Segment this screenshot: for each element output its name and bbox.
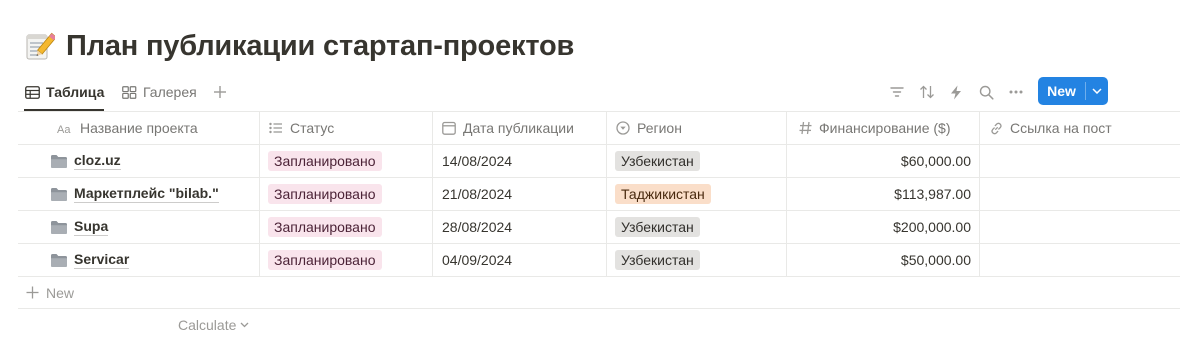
search-button[interactable] <box>974 80 998 104</box>
table-row[interactable]: Маркетплейс "bilab." Запланировано 21/08… <box>18 178 1180 211</box>
calculate-button[interactable]: Calculate <box>178 309 249 341</box>
column-header-status[interactable]: Статус <box>259 112 432 144</box>
hash-icon <box>797 120 813 136</box>
chevron-down-icon <box>1092 88 1102 94</box>
new-button-label[interactable]: New <box>1038 77 1085 105</box>
new-options-dropdown[interactable] <box>1086 77 1108 105</box>
gallery-icon <box>121 84 137 100</box>
column-label: Название проекта <box>80 120 198 136</box>
status-cell[interactable]: Запланировано <box>259 178 432 210</box>
folder-icon <box>50 153 68 169</box>
tab-table-view[interactable]: Таблица <box>24 76 105 111</box>
add-row-button[interactable]: New <box>18 277 1180 309</box>
status-cell[interactable]: Запланировано <box>259 244 432 276</box>
select-circle-icon <box>615 120 631 136</box>
funding-cell[interactable]: $113,987.00 <box>786 178 979 210</box>
table-row[interactable]: Supa Запланировано 28/08/2024 Узбекистан… <box>18 211 1180 244</box>
add-view-button[interactable] <box>210 82 230 102</box>
link-cell[interactable] <box>979 244 1180 276</box>
project-name-cell[interactable]: Servicar <box>18 244 259 276</box>
database-toolbar: Таблица Галерея New <box>18 76 1180 111</box>
tab-label: Галерея <box>143 84 197 100</box>
chevron-down-icon <box>240 322 249 328</box>
memo-pencil-icon[interactable] <box>22 29 56 63</box>
column-label: Финансирование ($) <box>819 120 951 136</box>
project-name[interactable]: Маркетплейс "bilab." <box>74 185 219 203</box>
project-name-cell[interactable]: cloz.uz <box>18 145 259 177</box>
sort-icon <box>920 85 934 99</box>
region-cell[interactable]: Узбекистан <box>606 211 786 243</box>
folder-icon <box>50 186 68 202</box>
table-header: Aa Название проекта Статус Дата публикац… <box>18 111 1180 145</box>
filter-button[interactable] <box>885 80 909 104</box>
search-icon <box>979 85 994 100</box>
region-cell[interactable]: Узбекистан <box>606 244 786 276</box>
table-row[interactable]: Servicar Запланировано 04/09/2024 Узбеки… <box>18 244 1180 277</box>
status-tag: Запланировано <box>268 151 382 171</box>
column-header-name[interactable]: Aa Название проекта <box>18 112 259 144</box>
date-cell[interactable]: 21/08/2024 <box>432 178 606 210</box>
link-cell[interactable] <box>979 178 1180 210</box>
funding-cell[interactable]: $50,000.00 <box>786 244 979 276</box>
calendar-icon <box>441 120 457 136</box>
link-icon <box>988 120 1004 136</box>
automation-button[interactable] <box>944 80 968 104</box>
column-label: Статус <box>290 120 335 136</box>
folder-icon <box>50 252 68 268</box>
column-header-date[interactable]: Дата публикации <box>432 112 606 144</box>
region-tag: Таджикистан <box>615 184 711 204</box>
new-record-button[interactable]: New <box>1038 77 1108 105</box>
list-icon <box>268 120 284 136</box>
column-label: Ссылка на пост <box>1010 120 1112 136</box>
region-tag: Узбекистан <box>615 250 700 270</box>
link-cell[interactable] <box>979 211 1180 243</box>
date-cell[interactable]: 28/08/2024 <box>432 211 606 243</box>
text-aa-icon: Aa <box>56 120 74 136</box>
status-cell[interactable]: Запланировано <box>259 211 432 243</box>
region-tag: Узбекистан <box>615 217 700 237</box>
tab-gallery-view[interactable]: Галерея <box>121 76 197 108</box>
project-name[interactable]: Servicar <box>74 251 130 269</box>
column-header-region[interactable]: Регион <box>606 112 786 144</box>
tab-label: Таблица <box>46 84 105 100</box>
plus-icon <box>214 86 226 98</box>
funding-cell[interactable]: $200,000.00 <box>786 211 979 243</box>
database-table: Aa Название проекта Статус Дата публикац… <box>18 111 1180 341</box>
page-header: План публикации стартап-проектов <box>22 26 574 66</box>
column-header-funding[interactable]: Финансирование ($) <box>786 112 979 144</box>
column-header-link[interactable]: Ссылка на пост <box>979 112 1180 144</box>
date-cell[interactable]: 04/09/2024 <box>432 244 606 276</box>
project-name-cell[interactable]: Маркетплейс "bilab." <box>18 178 259 210</box>
svg-text:Aa: Aa <box>57 124 71 134</box>
status-tag: Запланировано <box>268 250 382 270</box>
filter-icon <box>890 87 904 97</box>
column-label: Регион <box>637 120 682 136</box>
more-icon <box>1009 90 1023 94</box>
status-tag: Запланировано <box>268 184 382 204</box>
plus-icon <box>26 286 40 300</box>
project-name[interactable]: cloz.uz <box>74 152 121 170</box>
funding-cell[interactable]: $60,000.00 <box>786 145 979 177</box>
table-icon <box>24 84 40 100</box>
add-row-label: New <box>46 284 75 301</box>
project-name[interactable]: Supa <box>74 218 109 236</box>
page-title[interactable]: План публикации стартап-проектов <box>66 30 574 63</box>
calculate-label: Calculate <box>178 317 237 333</box>
folder-icon <box>50 219 68 235</box>
region-tag: Узбекистан <box>615 151 700 171</box>
project-name-cell[interactable]: Supa <box>18 211 259 243</box>
status-cell[interactable]: Запланировано <box>259 145 432 177</box>
date-cell[interactable]: 14/08/2024 <box>432 145 606 177</box>
automation-bolt-icon <box>951 85 961 99</box>
status-tag: Запланировано <box>268 217 382 237</box>
sort-button[interactable] <box>915 80 939 104</box>
column-label: Дата публикации <box>463 120 574 136</box>
region-cell[interactable]: Таджикистан <box>606 178 786 210</box>
more-options-button[interactable] <box>1004 80 1028 104</box>
region-cell[interactable]: Узбекистан <box>606 145 786 177</box>
calculation-footer: Calculate <box>18 309 1180 341</box>
table-row[interactable]: cloz.uz Запланировано 14/08/2024 Узбекис… <box>18 145 1180 178</box>
link-cell[interactable] <box>979 145 1180 177</box>
